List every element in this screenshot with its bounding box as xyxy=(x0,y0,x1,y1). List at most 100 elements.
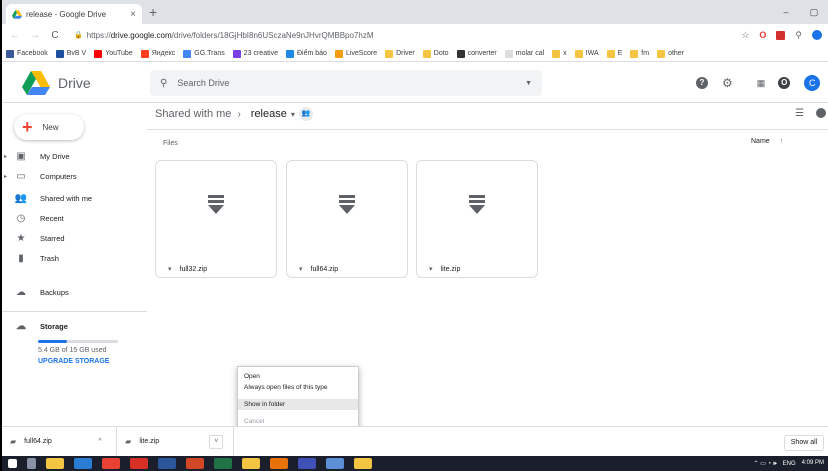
browser-window: release - Google Drive × + – ▢ ← → C 🔒 h… xyxy=(2,0,828,471)
profile-icon[interactable] xyxy=(812,30,822,40)
bookmark-item[interactable]: Facebook xyxy=(6,49,48,58)
bookmark-item[interactable]: E xyxy=(606,49,622,58)
settings-icon[interactable]: ⚙ xyxy=(722,76,733,90)
tray-icons[interactable]: ⌃ ▭ ◔ 🕪 xyxy=(754,460,777,468)
browser-tab[interactable]: release - Google Drive × xyxy=(6,4,142,24)
red-extension-icon[interactable] xyxy=(776,30,786,40)
sidebar-item[interactable]: ★ Starred xyxy=(2,228,147,248)
tab-close-icon[interactable]: × xyxy=(130,9,136,20)
bookmark-item[interactable]: IWA xyxy=(574,49,599,58)
file-explorer-icon[interactable] xyxy=(46,458,64,469)
bookmark-label: Điểm báo xyxy=(296,50,327,57)
main-divider xyxy=(147,129,828,130)
file-card[interactable]: ▾ full32.zip xyxy=(155,160,277,278)
search-options-icon[interactable]: ▼ xyxy=(525,80,532,87)
sidebar-item[interactable]: ☁ Backups xyxy=(2,282,147,302)
bookmark-item[interactable]: Điểm báo xyxy=(285,49,327,58)
app-icon-c[interactable] xyxy=(298,458,316,469)
bookmark-item[interactable]: converter xyxy=(456,49,497,58)
drive-logo-icon[interactable] xyxy=(22,71,50,95)
opera-extension-icon[interactable]: O xyxy=(759,30,766,40)
bookmark-item[interactable]: Driver xyxy=(385,49,415,58)
download-item[interactable]: ▰ lite.zip ˅ xyxy=(117,426,235,457)
help-icon[interactable]: ? xyxy=(696,77,708,89)
bookmark-item[interactable]: LiveScore xyxy=(334,49,377,58)
avatar[interactable]: C xyxy=(804,75,821,91)
word-icon[interactable] xyxy=(158,458,176,469)
chevron-down-icon[interactable]: ˅ xyxy=(209,434,224,449)
bookmark-item[interactable]: molar cal xyxy=(504,49,544,58)
search-icon[interactable]: ⚲ xyxy=(160,78,167,89)
maximize-button[interactable]: ▢ xyxy=(800,0,828,24)
breadcrumb-current[interactable]: release xyxy=(251,108,287,120)
sidebar-item[interactable]: ▸ ▭ Computers xyxy=(2,166,147,186)
apps-grid-icon[interactable]: ▦ xyxy=(757,78,765,89)
drive-title[interactable]: Drive xyxy=(58,75,91,91)
edge-icon[interactable] xyxy=(74,458,92,469)
search-bar[interactable]: ⚲ Search Drive ▼ xyxy=(150,70,542,96)
upgrade-storage-link[interactable]: UPGRADE STORAGE xyxy=(38,358,109,365)
sort-control[interactable]: Name ↑ xyxy=(751,138,783,145)
file-name: full64.zip xyxy=(310,265,339,273)
bookmark-item[interactable]: other xyxy=(657,49,685,58)
sidebar-item[interactable]: ▮ Trash xyxy=(2,248,147,268)
sidebar-item[interactable]: ☁ Storage xyxy=(2,316,147,336)
reload-button[interactable]: C xyxy=(48,30,62,41)
minimize-button[interactable]: – xyxy=(772,0,800,24)
new-tab-button[interactable]: + xyxy=(149,4,157,20)
address-bar[interactable]: 🔒 https://drive.google.com/drive/folders… xyxy=(68,26,733,44)
acrobat-icon[interactable] xyxy=(130,458,148,469)
file-card[interactable]: ▾ lite.zip xyxy=(416,160,538,278)
sidebar-item[interactable]: ▸ ▣ My Drive xyxy=(2,146,147,166)
new-button[interactable]: + New xyxy=(14,114,84,140)
bookmark-item[interactable]: BvB V xyxy=(55,49,87,58)
bookmark-item[interactable]: x xyxy=(552,49,567,58)
info-icon[interactable] xyxy=(815,108,826,118)
shared-folder-icon[interactable]: 👥 xyxy=(298,107,313,121)
bookmark-label: BvB V xyxy=(66,50,87,57)
app-icon-b[interactable] xyxy=(270,458,288,469)
bookmark-item[interactable]: GG.Trans xyxy=(183,49,225,58)
app-icon-e[interactable] xyxy=(354,458,372,469)
sidebar-item-label: My Drive xyxy=(40,151,70,161)
bookmark-label: 23 creative xyxy=(243,50,278,57)
bookmark-label: GG.Trans xyxy=(194,50,225,57)
sidebar-item[interactable]: 👥 Shared with me xyxy=(2,188,147,208)
app-icon-a[interactable] xyxy=(242,458,260,469)
windows-start-icon[interactable] xyxy=(8,459,17,468)
context-menu-item[interactable]: Show in folder xyxy=(238,399,358,410)
bookmark-item[interactable]: Яндекс xyxy=(140,49,175,58)
bookmark-item[interactable]: YouTube xyxy=(94,49,133,58)
sidebar-item[interactable]: ◷ Recent xyxy=(2,208,147,228)
cloud-outline-icon: ☁ xyxy=(16,320,26,332)
task-view-icon[interactable] xyxy=(27,458,36,469)
forward-button[interactable]: → xyxy=(28,30,42,41)
list-view-icon[interactable]: ☰ xyxy=(795,108,804,119)
language-indicator[interactable]: ENG xyxy=(783,461,796,467)
notifications-icon[interactable]: O xyxy=(778,77,791,89)
back-button[interactable]: ← xyxy=(8,30,22,41)
bookmark-item[interactable]: fm xyxy=(630,49,649,58)
expand-arrow-icon[interactable]: ▸ xyxy=(4,173,12,180)
show-all-button[interactable]: Show all xyxy=(784,435,824,451)
excel-icon[interactable] xyxy=(214,458,232,469)
app-icon-d[interactable] xyxy=(326,458,344,469)
download-item[interactable]: ▰ full64.zip ^ xyxy=(2,426,118,457)
chrome-icon[interactable] xyxy=(102,458,120,469)
chevron-down-icon[interactable]: ▾ xyxy=(291,110,295,119)
context-menu-item[interactable]: Always open files of this type xyxy=(238,382,358,393)
search-input[interactable]: Search Drive xyxy=(177,78,525,88)
expand-arrow-icon[interactable]: ▸ xyxy=(4,153,12,160)
clock[interactable]: 4:09 PM xyxy=(802,460,824,467)
breadcrumb-shared[interactable]: Shared with me xyxy=(155,108,231,120)
sort-arrow-icon[interactable]: ↑ xyxy=(780,138,784,145)
bookmark-item[interactable]: Doto xyxy=(422,49,449,58)
bookmark-star-icon[interactable]: ☆ xyxy=(741,30,749,41)
context-menu-item[interactable]: Open xyxy=(238,371,358,382)
ext-icon[interactable]: ⚲ xyxy=(795,30,802,41)
powerpoint-icon[interactable] xyxy=(186,458,204,469)
bookmark-label: other xyxy=(668,50,685,57)
bookmark-item[interactable]: 23 creative xyxy=(232,49,278,58)
file-card[interactable]: ▾ full64.zip xyxy=(286,160,408,278)
chevron-up-icon[interactable]: ^ xyxy=(94,438,106,445)
